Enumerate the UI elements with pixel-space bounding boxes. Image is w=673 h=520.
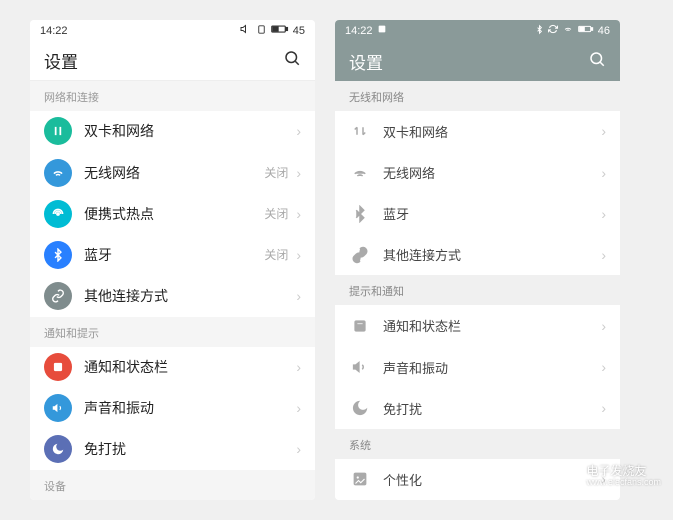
row-label: 无线网络	[383, 163, 601, 182]
dual-sim-icon	[349, 120, 371, 142]
row-wifi[interactable]: 无线网络 ›	[335, 152, 620, 193]
watermark: 电子发烧友 www.elecfans.com	[558, 465, 661, 488]
row-label: 双卡和网络	[84, 121, 296, 141]
orientation-icon	[256, 24, 267, 38]
battery-icon	[578, 24, 594, 37]
section-header-wireless: 无线和网络	[335, 81, 620, 111]
phone-right: 14:22 46 设	[335, 20, 620, 500]
row-sound[interactable]: 声音和振动 ›	[30, 388, 315, 429]
logo-icon	[558, 465, 580, 487]
chevron-right-icon: ›	[296, 288, 301, 304]
header: 设置	[30, 41, 315, 80]
sound-icon	[44, 394, 72, 422]
row-other-connections[interactable]: 其他连接方式 ›	[335, 234, 620, 275]
wifi-icon	[562, 24, 574, 37]
row-dual-sim[interactable]: 双卡和网络 ›	[30, 111, 315, 152]
watermark-url: www.elecfans.com	[586, 478, 661, 488]
chevron-right-icon: ›	[601, 318, 606, 334]
chevron-right-icon: ›	[601, 400, 606, 416]
personalize-icon	[349, 468, 371, 490]
wifi-icon	[44, 159, 72, 187]
section-header-network: 网络和连接	[30, 81, 315, 111]
row-dnd[interactable]: 免打扰 ›	[335, 388, 620, 429]
notification-icon	[377, 24, 387, 37]
notification-icon	[349, 315, 371, 337]
page-title: 设置	[44, 48, 283, 73]
row-label: 蓝牙	[84, 245, 264, 265]
chevron-right-icon: ›	[296, 247, 301, 263]
sound-icon	[349, 356, 371, 378]
chevron-right-icon: ›	[601, 247, 606, 263]
hotspot-icon	[44, 200, 72, 228]
search-icon[interactable]	[588, 50, 606, 73]
chevron-right-icon: ›	[296, 359, 301, 375]
row-dnd[interactable]: 免打扰 ›	[30, 429, 315, 470]
status-time: 14:22	[40, 25, 68, 37]
chevron-right-icon: ›	[296, 441, 301, 457]
row-label: 通知和状态栏	[84, 357, 296, 377]
battery-icon	[271, 24, 289, 37]
row-label: 其他连接方式	[383, 245, 601, 264]
row-notifications[interactable]: 通知和状态栏 ›	[30, 347, 315, 388]
row-wifi[interactable]: 无线网络 关闭 ›	[30, 152, 315, 193]
row-notifications[interactable]: 通知和状态栏 ›	[335, 305, 620, 346]
status-bar: 14:22 46	[335, 20, 620, 41]
row-label: 免打扰	[383, 399, 601, 418]
bluetooth-icon	[535, 24, 544, 38]
row-label: 双卡和网络	[383, 122, 601, 141]
row-hotspot[interactable]: 便携式热点 关闭 ›	[30, 193, 315, 234]
section-header-notifications: 提示和通知	[335, 275, 620, 305]
row-label: 声音和振动	[84, 398, 296, 418]
header: 设置	[335, 41, 620, 80]
chevron-right-icon: ›	[296, 206, 301, 222]
chevron-right-icon: ›	[601, 206, 606, 222]
volume-icon	[240, 23, 252, 38]
row-status: 关闭	[264, 205, 288, 222]
row-label: 声音和振动	[383, 358, 601, 377]
section-header-device: 设备	[30, 470, 315, 500]
section-header-system: 系统	[335, 429, 620, 459]
search-icon[interactable]	[283, 49, 301, 72]
row-label: 通知和状态栏	[383, 316, 601, 335]
page-title: 设置	[349, 49, 588, 74]
row-bluetooth[interactable]: 蓝牙 关闭 ›	[30, 234, 315, 275]
row-sound[interactable]: 声音和振动 ›	[335, 347, 620, 388]
row-status: 关闭	[264, 246, 288, 263]
bluetooth-icon	[349, 203, 371, 225]
notification-icon	[44, 353, 72, 381]
row-bluetooth[interactable]: 蓝牙 ›	[335, 193, 620, 234]
link-icon	[44, 282, 72, 310]
dnd-icon	[349, 397, 371, 419]
chevron-right-icon: ›	[296, 400, 301, 416]
battery-level: 46	[598, 25, 610, 37]
battery-level: 45	[293, 25, 305, 37]
row-label: 其他连接方式	[84, 286, 296, 306]
dual-sim-icon	[44, 117, 72, 145]
row-label: 蓝牙	[383, 204, 601, 223]
row-dual-sim[interactable]: 双卡和网络 ›	[335, 111, 620, 152]
chevron-right-icon: ›	[601, 123, 606, 139]
dnd-icon	[44, 435, 72, 463]
row-label: 便携式热点	[84, 204, 264, 224]
status-time: 14:22	[345, 25, 373, 37]
row-status: 关闭	[264, 164, 288, 181]
sync-icon	[548, 24, 558, 37]
chevron-right-icon: ›	[296, 123, 301, 139]
wifi-icon	[349, 162, 371, 184]
link-icon	[349, 244, 371, 266]
status-bar: 14:22 45	[30, 20, 315, 41]
row-other-connections[interactable]: 其他连接方式 ›	[30, 275, 315, 316]
chevron-right-icon: ›	[601, 359, 606, 375]
bluetooth-icon	[44, 241, 72, 269]
section-header-notifications: 通知和提示	[30, 317, 315, 347]
phone-left: 14:22 45 设置 网络和连接	[30, 20, 315, 500]
chevron-right-icon: ›	[601, 165, 606, 181]
row-label: 无线网络	[84, 163, 264, 183]
row-label: 免打扰	[84, 439, 296, 459]
chevron-right-icon: ›	[296, 165, 301, 181]
